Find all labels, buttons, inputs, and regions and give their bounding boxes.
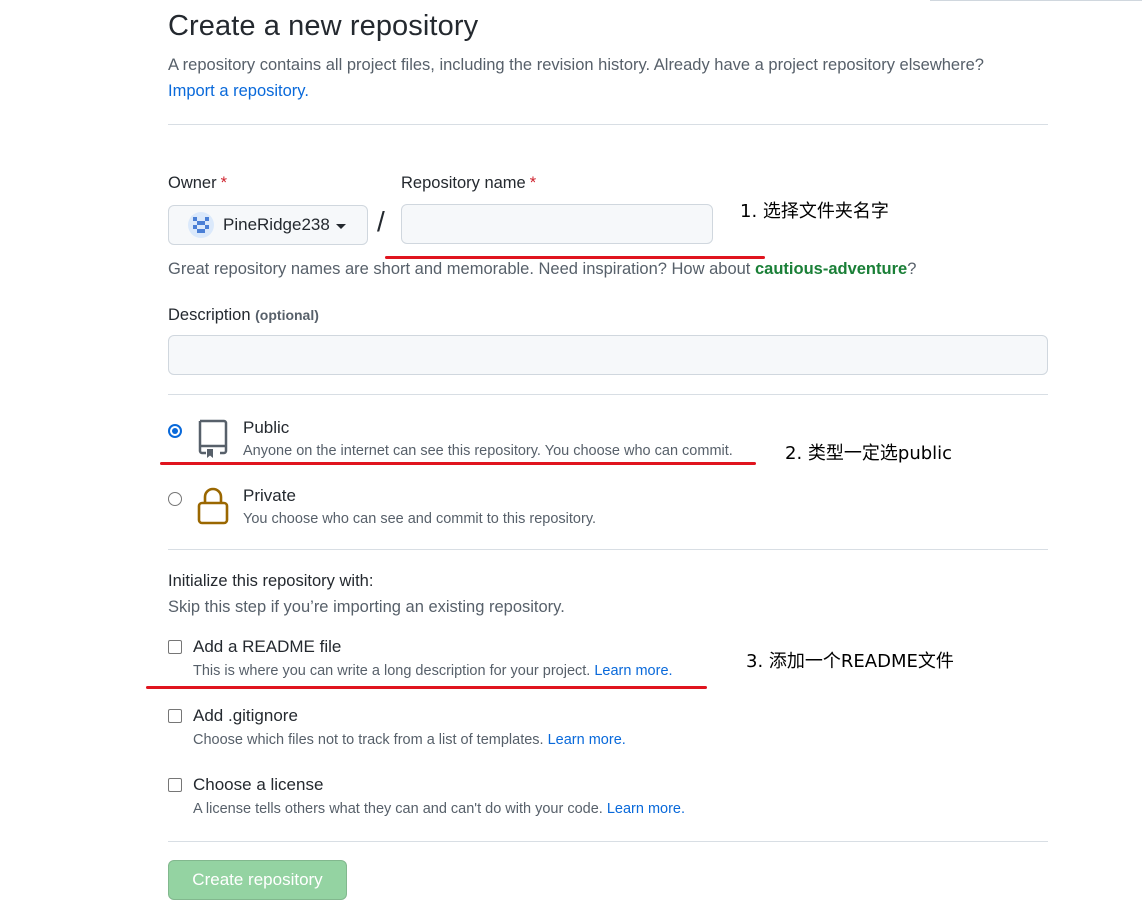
owner-repo-separator: /	[377, 206, 385, 237]
page-subtitle: A repository contains all project files,…	[168, 52, 1048, 104]
init-divider	[168, 549, 1048, 550]
readme-learn-more-link[interactable]: Learn more.	[594, 663, 672, 679]
license-title: Choose a license	[193, 775, 324, 794]
name-hint: Great repository names are short and mem…	[168, 260, 916, 279]
owner-label: Owner *	[168, 174, 227, 193]
readme-description-text: This is where you can write a long descr…	[193, 663, 591, 679]
name-suggestion-link[interactable]: cautious-adventure	[755, 260, 907, 278]
hint-suffix: ?	[907, 260, 917, 278]
description-label: Description (optional)	[168, 306, 319, 325]
readme-description: This is where you can write a long descr…	[193, 663, 673, 679]
license-description: A license tells others what they can and…	[193, 801, 685, 817]
header-divider	[168, 124, 1048, 125]
init-heading: Initialize this repository with:	[168, 572, 374, 590]
avatar	[188, 212, 214, 238]
subtitle-text: A repository contains all project files,…	[168, 56, 984, 74]
top-border	[930, 0, 1142, 1]
gitignore-description: Choose which files not to track from a l…	[193, 732, 626, 748]
required-mark: *	[529, 174, 537, 192]
description-input[interactable]	[168, 335, 1048, 375]
public-title: Public	[243, 418, 290, 437]
license-learn-more-link[interactable]: Learn more.	[607, 801, 685, 817]
license-checkbox[interactable]	[168, 778, 182, 792]
annotation-step-3: 3. 添加一个README文件	[746, 651, 954, 672]
annotation-underline-3	[146, 686, 707, 689]
public-description: Anyone on the internet can see this repo…	[243, 443, 733, 459]
page-title: Create a new repository	[168, 10, 479, 42]
annotation-step-2: 2. 类型一定选public	[785, 443, 953, 464]
optional-tag: (optional)	[255, 307, 319, 323]
repository-name-label: Repository name *	[401, 174, 536, 193]
public-radio[interactable]	[168, 424, 182, 438]
private-radio[interactable]	[168, 492, 182, 506]
repository-name-label-text: Repository name	[401, 174, 526, 192]
create-repository-button[interactable]: Create repository	[168, 860, 347, 900]
import-repository-link[interactable]: Import a repository.	[168, 82, 309, 100]
repository-name-input[interactable]	[401, 204, 713, 244]
init-subheading: Skip this step if you’re importing an ex…	[168, 598, 565, 616]
description-label-text: Description	[168, 306, 251, 324]
required-mark: *	[220, 174, 228, 192]
visibility-divider	[168, 394, 1048, 395]
gitignore-description-text: Choose which files not to track from a l…	[193, 732, 544, 748]
readme-checkbox[interactable]	[168, 640, 182, 654]
readme-title: Add a README file	[193, 637, 342, 656]
repo-book-icon	[198, 419, 228, 458]
gitignore-checkbox[interactable]	[168, 709, 182, 723]
footer-divider	[168, 841, 1048, 842]
owner-name: PineRidge238	[223, 215, 330, 234]
owner-dropdown-button[interactable]: PineRidge238	[168, 205, 368, 245]
annotation-step-1: 1. 选择文件夹名字	[740, 201, 889, 222]
gitignore-learn-more-link[interactable]: Learn more.	[548, 732, 626, 748]
lock-icon	[197, 487, 229, 525]
gitignore-title: Add .gitignore	[193, 706, 298, 725]
hint-text: Great repository names are short and mem…	[168, 260, 751, 278]
annotation-underline-1	[385, 256, 765, 259]
license-description-text: A license tells others what they can and…	[193, 801, 603, 817]
chevron-down-icon	[335, 223, 346, 229]
annotation-underline-2	[160, 462, 756, 465]
owner-label-text: Owner	[168, 174, 217, 192]
private-title: Private	[243, 486, 296, 505]
private-description: You choose who can see and commit to thi…	[243, 511, 597, 527]
